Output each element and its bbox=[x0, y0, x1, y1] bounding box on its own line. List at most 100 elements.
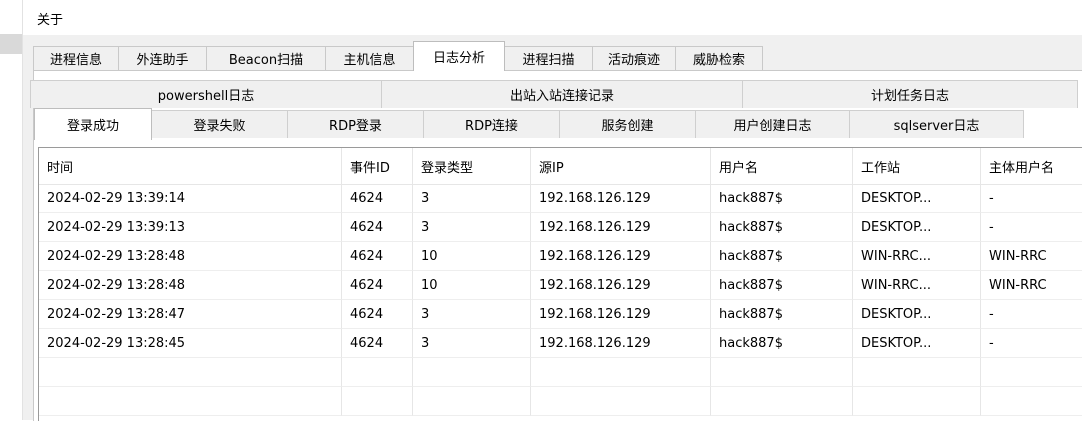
cell-event-id: 4624 bbox=[342, 184, 413, 213]
subtabs-row-1: powershell日志 出站入站连接记录 计划任务日志 bbox=[30, 80, 1078, 108]
cell-workstation: DESKTOP... bbox=[853, 300, 981, 329]
tab-outbound-helper[interactable]: 外连助手 bbox=[118, 46, 207, 70]
subtab-label: 登录成功 bbox=[66, 119, 119, 134]
tab-label: 进程扫描 bbox=[522, 53, 575, 68]
tab-process-scan[interactable]: 进程扫描 bbox=[504, 46, 593, 70]
subtab-powershell-log[interactable]: powershell日志 bbox=[30, 80, 382, 108]
cell-event-id: 4624 bbox=[342, 300, 413, 329]
cell-source-ip: 192.168.126.129 bbox=[531, 300, 711, 329]
tab-beacon-scan[interactable]: Beacon扫描 bbox=[206, 46, 326, 70]
column-header-username[interactable]: 用户名 bbox=[711, 148, 853, 184]
cell-username: hack887$ bbox=[711, 184, 853, 213]
cell-username: hack887$ bbox=[711, 242, 853, 271]
cell-subject-user: - bbox=[981, 213, 1082, 242]
cell-event-id: 4624 bbox=[342, 242, 413, 271]
tab-log-analysis[interactable]: 日志分析 bbox=[413, 41, 505, 71]
table-row[interactable]: 2024-02-29 13:28:48 4624 10 192.168.126.… bbox=[39, 242, 1082, 271]
cell-source-ip: 192.168.126.129 bbox=[531, 271, 711, 300]
cell-empty bbox=[342, 358, 413, 387]
subtab-label: 登录失败 bbox=[193, 119, 246, 134]
tab-label: Beacon扫描 bbox=[228, 53, 304, 68]
tab-label: 主机信息 bbox=[343, 53, 396, 68]
table-row[interactable]: 2024-02-29 13:39:14 4624 3 192.168.126.1… bbox=[39, 184, 1082, 213]
tab-threat-search[interactable]: 威胁检索 bbox=[675, 46, 763, 70]
menubar: 关于 bbox=[23, 0, 1082, 35]
tab-activity-traces[interactable]: 活动痕迹 bbox=[592, 46, 676, 70]
cell-username: hack887$ bbox=[711, 329, 853, 358]
table-row-empty bbox=[39, 358, 1082, 387]
table-row[interactable]: 2024-02-29 13:39:13 4624 3 192.168.126.1… bbox=[39, 213, 1082, 242]
cell-source-ip: 192.168.126.129 bbox=[531, 213, 711, 242]
cell-empty bbox=[981, 387, 1082, 416]
cell-source-ip: 192.168.126.129 bbox=[531, 242, 711, 271]
subtab-label: 用户创建日志 bbox=[733, 119, 812, 134]
subtab-inbound-outbound-connections[interactable]: 出站入站连接记录 bbox=[381, 80, 743, 108]
cell-time: 2024-02-29 13:39:14 bbox=[39, 184, 342, 213]
cell-event-id: 4624 bbox=[342, 329, 413, 358]
cell-username: hack887$ bbox=[711, 213, 853, 242]
cell-empty bbox=[531, 358, 711, 387]
cell-username: hack887$ bbox=[711, 300, 853, 329]
cell-subject-user: WIN-RRC bbox=[981, 242, 1082, 271]
left-gutter bbox=[0, 0, 23, 420]
subtab-label: RDP连接 bbox=[465, 119, 518, 134]
cell-time: 2024-02-29 13:28:48 bbox=[39, 271, 342, 300]
cell-empty bbox=[39, 358, 342, 387]
column-header-source-ip[interactable]: 源IP bbox=[531, 148, 711, 184]
main-tabs: 进程信息 外连助手 Beacon扫描 主机信息 日志分析 进程扫描 活动痕迹 威… bbox=[33, 38, 763, 71]
column-header-event-id[interactable]: 事件ID bbox=[342, 148, 413, 184]
tab-label: 进程信息 bbox=[49, 53, 102, 68]
cell-empty bbox=[853, 387, 981, 416]
menu-about[interactable]: 关于 bbox=[37, 9, 63, 28]
table-row[interactable]: 2024-02-29 13:28:45 4624 3 192.168.126.1… bbox=[39, 329, 1082, 358]
column-header-workstation[interactable]: 工作站 bbox=[853, 148, 981, 184]
column-header-logon-type[interactable]: 登录类型 bbox=[413, 148, 531, 184]
cell-source-ip: 192.168.126.129 bbox=[531, 329, 711, 358]
cell-workstation: DESKTOP... bbox=[853, 184, 981, 213]
column-header-subject-user[interactable]: 主体用户名 bbox=[981, 148, 1082, 184]
cell-time: 2024-02-29 13:28:48 bbox=[39, 242, 342, 271]
cell-workstation: DESKTOP... bbox=[853, 213, 981, 242]
cell-workstation: WIN-RRC... bbox=[853, 242, 981, 271]
subtab-label: 服务创建 bbox=[601, 119, 654, 134]
left-gray-block bbox=[0, 34, 22, 54]
subtab-rdp-connect[interactable]: RDP连接 bbox=[423, 110, 560, 138]
subtab-scheduled-task-log[interactable]: 计划任务日志 bbox=[742, 80, 1078, 108]
tab-process-info[interactable]: 进程信息 bbox=[33, 46, 119, 70]
cell-empty bbox=[711, 387, 853, 416]
column-header-time[interactable]: 时间 bbox=[39, 148, 342, 184]
subtab-user-create-log[interactable]: 用户创建日志 bbox=[695, 110, 850, 138]
subtab-label: sqlserver日志 bbox=[893, 119, 980, 134]
subtab-label: powershell日志 bbox=[157, 89, 255, 104]
login-success-table: 时间 事件ID 登录类型 源IP 用户名 工作站 主体用户名 2024-02-2… bbox=[38, 147, 1082, 421]
subtab-rdp-login[interactable]: RDP登录 bbox=[287, 110, 424, 138]
cell-logon-type: 3 bbox=[413, 213, 531, 242]
cell-workstation: DESKTOP... bbox=[853, 329, 981, 358]
subtabs-row-2: 登录成功 登录失败 RDP登录 RDP连接 服务创建 用户创建日志 sqlser… bbox=[10, 108, 1024, 140]
table-body: 2024-02-29 13:39:14 4624 3 192.168.126.1… bbox=[39, 184, 1082, 416]
cell-time: 2024-02-29 13:28:47 bbox=[39, 300, 342, 329]
subtab-login-failure[interactable]: 登录失败 bbox=[151, 110, 288, 138]
cell-time: 2024-02-29 13:28:45 bbox=[39, 329, 342, 358]
cell-logon-type: 10 bbox=[413, 271, 531, 300]
cell-subject-user: - bbox=[981, 329, 1082, 358]
cell-logon-type: 3 bbox=[413, 329, 531, 358]
subtab-login-success[interactable]: 登录成功 bbox=[34, 108, 152, 140]
cell-time: 2024-02-29 13:39:13 bbox=[39, 213, 342, 242]
tab-host-info[interactable]: 主机信息 bbox=[325, 46, 414, 70]
subtab-label: RDP登录 bbox=[329, 119, 382, 134]
table-row[interactable]: 2024-02-29 13:28:48 4624 10 192.168.126.… bbox=[39, 271, 1082, 300]
subtab-label: 计划任务日志 bbox=[870, 89, 949, 104]
cell-subject-user: - bbox=[981, 184, 1082, 213]
table-row-empty bbox=[39, 387, 1082, 416]
subtab-service-create[interactable]: 服务创建 bbox=[559, 110, 696, 138]
cell-subject-user: - bbox=[981, 300, 1082, 329]
cell-logon-type: 3 bbox=[413, 184, 531, 213]
table-row[interactable]: 2024-02-29 13:28:47 4624 3 192.168.126.1… bbox=[39, 300, 1082, 329]
subtab-sqlserver-log[interactable]: sqlserver日志 bbox=[849, 110, 1024, 138]
cell-username: hack887$ bbox=[711, 271, 853, 300]
tab-label: 外连助手 bbox=[136, 53, 189, 68]
tab-label: 活动痕迹 bbox=[607, 53, 660, 68]
subtab-label: 出站入站连接记录 bbox=[509, 89, 614, 104]
cell-empty bbox=[711, 358, 853, 387]
